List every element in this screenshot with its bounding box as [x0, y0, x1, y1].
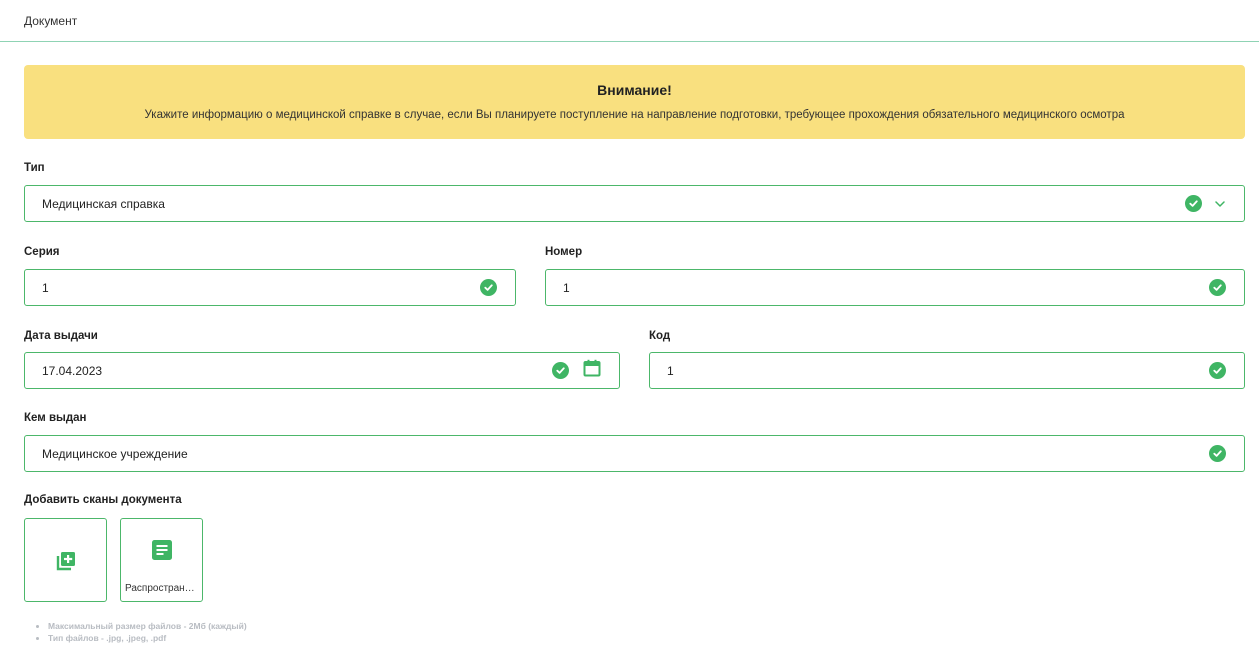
- check-circle-icon: [480, 279, 497, 296]
- alert-text: Укажите информацию о медицинской справке…: [144, 109, 1125, 121]
- scans-label: Добавить сканы документа: [24, 494, 182, 506]
- header-divider: [0, 41, 1259, 42]
- check-circle-icon: [1185, 195, 1202, 212]
- document-page: Документ Внимание! Укажите информацию о …: [0, 0, 1259, 648]
- series-value: 1: [42, 280, 49, 295]
- scan-file-name: Распространение: [125, 583, 199, 594]
- document-icon: [151, 539, 173, 566]
- number-input[interactable]: 1: [545, 269, 1245, 306]
- issued-by-input[interactable]: Медицинское учреждение: [24, 435, 1245, 472]
- scan-file-item[interactable]: Распространение: [120, 518, 203, 602]
- type-label: Тип: [24, 162, 45, 174]
- add-box-icon: [54, 549, 78, 578]
- warning-alert: Внимание! Укажите информацию о медицинск…: [24, 65, 1245, 139]
- issue-date-value: 17.04.2023: [42, 363, 103, 378]
- calendar-icon[interactable]: [583, 359, 601, 382]
- issue-date-label: Дата выдачи: [24, 330, 98, 342]
- check-circle-icon: [1209, 445, 1226, 462]
- alert-title: Внимание!: [597, 82, 672, 98]
- issued-by-value: Медицинское учреждение: [42, 446, 188, 461]
- series-input[interactable]: 1: [24, 269, 516, 306]
- document-tab[interactable]: Документ: [24, 14, 77, 28]
- code-input[interactable]: 1: [649, 352, 1245, 389]
- chevron-down-icon[interactable]: [1214, 198, 1226, 210]
- check-circle-icon: [1209, 362, 1226, 379]
- hint-file-types: Тип файлов - .jpg, .jpeg, .pdf: [48, 632, 247, 644]
- hint-max-size: Максимальный размер файлов - 2Мб (каждый…: [48, 620, 247, 632]
- type-select[interactable]: Медицинская справка: [24, 185, 1245, 222]
- issued-by-label: Кем выдан: [24, 412, 87, 424]
- code-value: 1: [667, 363, 674, 378]
- type-value: Медицинская справка: [42, 196, 165, 211]
- series-label: Серия: [24, 246, 60, 258]
- number-value: 1: [563, 280, 570, 295]
- code-label: Код: [649, 330, 671, 342]
- add-scan-button[interactable]: [24, 518, 107, 602]
- upload-hints: Максимальный размер файлов - 2Мб (каждый…: [38, 620, 247, 644]
- issue-date-input[interactable]: 17.04.2023: [24, 352, 620, 389]
- number-label: Номер: [545, 246, 583, 258]
- check-circle-icon: [1209, 279, 1226, 296]
- check-circle-icon: [552, 362, 569, 379]
